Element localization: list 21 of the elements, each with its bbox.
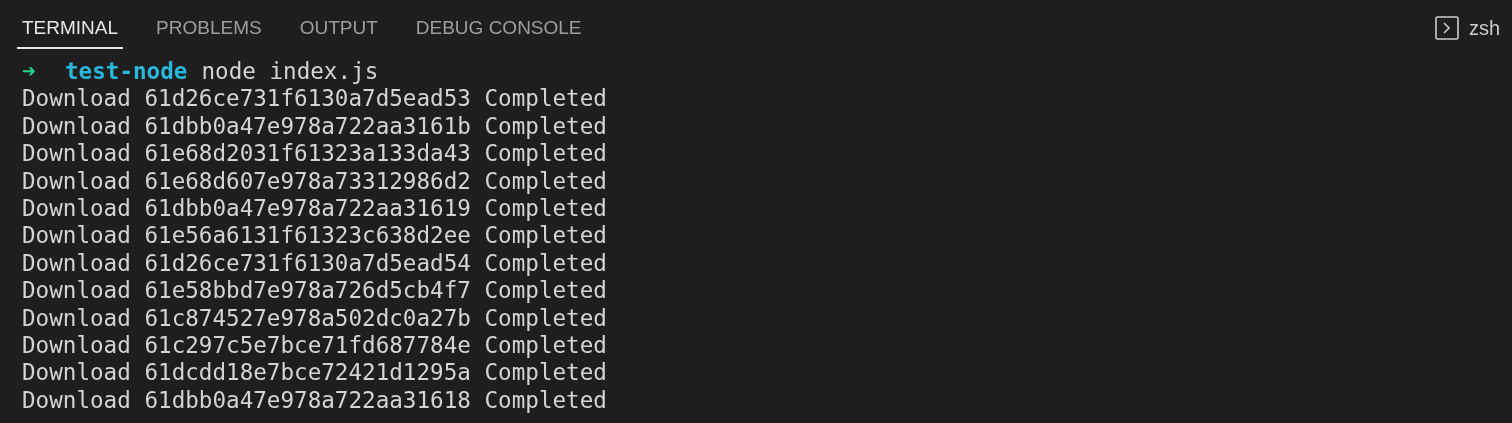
output-line: Download 61d26ce731f6130a7d5ead53 Completed	[22, 85, 607, 113]
output-line: Download 61e68d2031f61323a133da43 Completed	[22, 140, 607, 168]
shell-name: zsh	[1468, 16, 1500, 40]
command-text: node index.js	[201, 58, 379, 86]
output-line: Download 61dbb0a47e978a722aa31618 Completed	[22, 386, 607, 415]
output-line: Download 61dbb0a47e978a722aa31619 Completed	[22, 195, 607, 223]
output-line: Download 61e58bbd7e978a726d5cb4f7 Completed	[22, 277, 607, 305]
output-line: Download 61c874527e978a502dc0a27b Completed	[22, 304, 607, 333]
panel-tab[interactable]: OUTPUT	[294, 9, 383, 49]
output-line: Download 61dbb0a47e978a722aa3161b Completed	[22, 112, 607, 141]
panel-tab[interactable]: DEBUG CONSOLE	[410, 9, 587, 49]
panel-tab[interactable]: TERMINAL	[17, 9, 124, 49]
output-line: Download 61e68d607e978a73312986d2 Completed	[22, 167, 607, 196]
output-line: Download 61d26ce731f6130a7d5ead54 Completed	[22, 249, 607, 278]
output-line: Download 61c297c5e7bce71fd687784e Completed	[22, 332, 607, 360]
output-line: Download 61e56a6131f61323c638d2ee Completed	[22, 222, 607, 250]
terminal-icon[interactable]	[1434, 16, 1459, 40]
output-line: Download 61dcdd18e7bce72421d1295a Completed	[22, 359, 607, 387]
prompt-directory: test-node	[65, 58, 188, 86]
prompt-arrow: ➜	[22, 58, 37, 86]
panel-tab[interactable]: PROBLEMS	[151, 9, 267, 49]
